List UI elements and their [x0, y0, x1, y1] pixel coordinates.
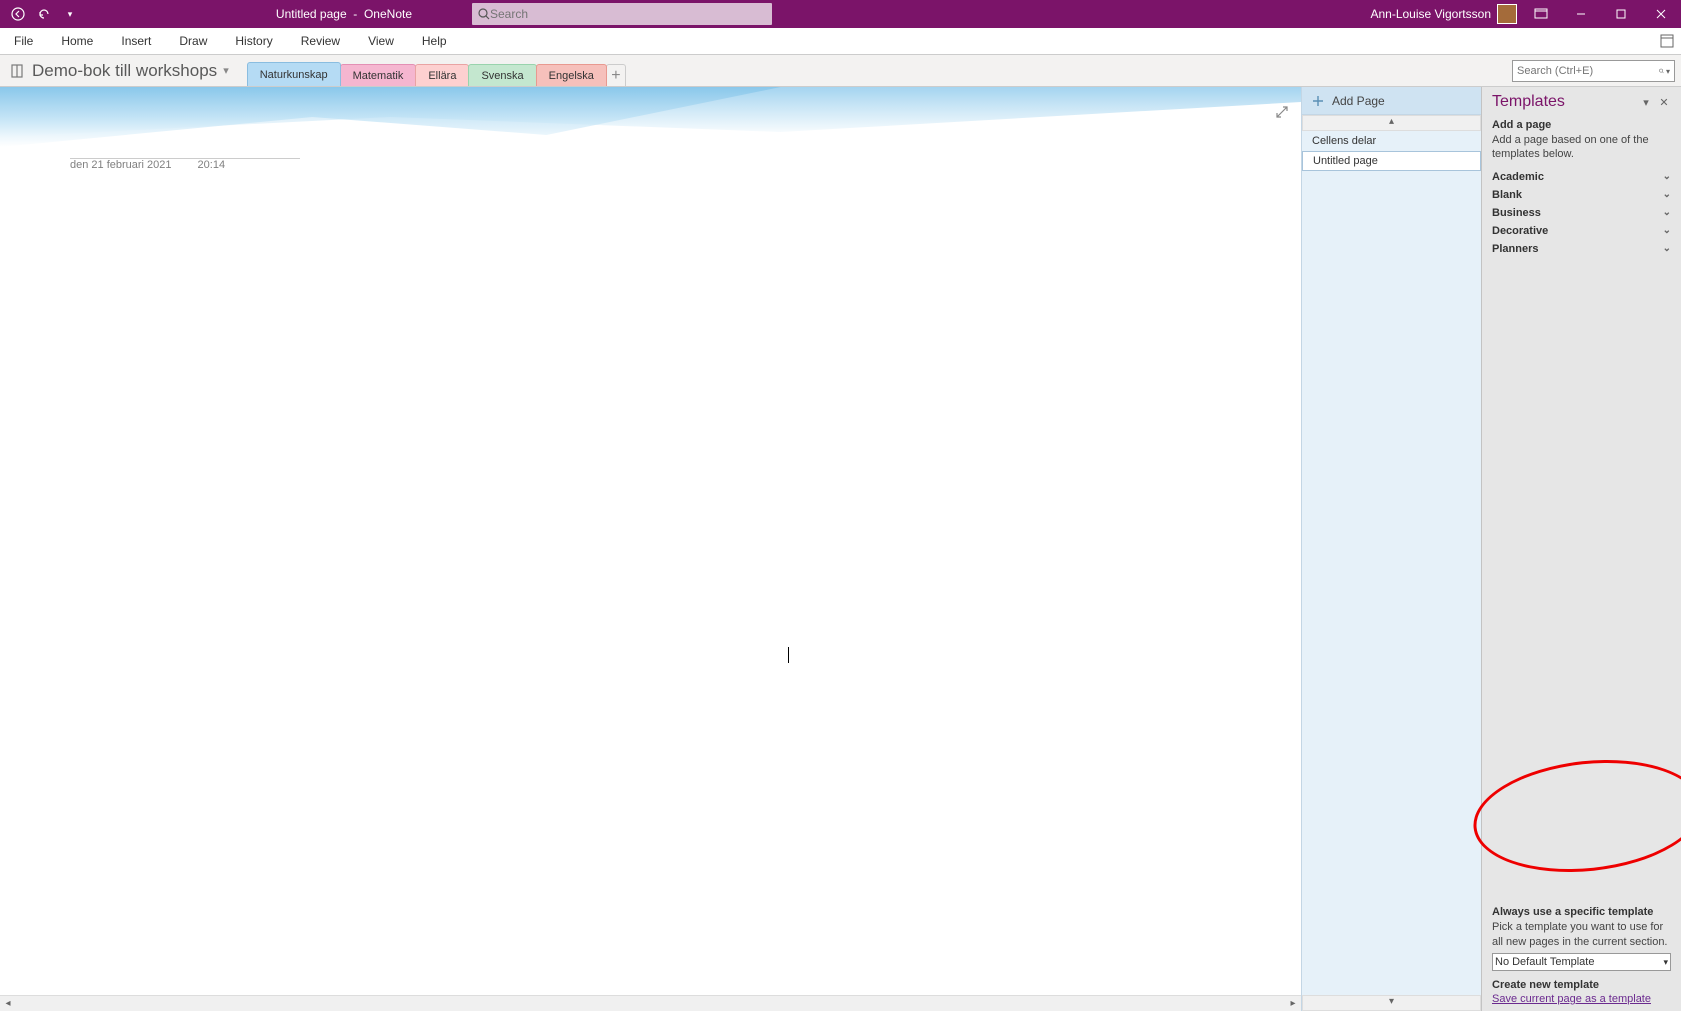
chevron-down-icon: ▾	[223, 64, 229, 77]
save-as-template-link[interactable]: Save current page as a template	[1492, 993, 1671, 1005]
scroll-up-icon[interactable]: ▴	[1302, 115, 1481, 131]
page-datetime: den 21 februari 2021 20:14	[70, 159, 225, 171]
page-date: den 21 februari 2021	[70, 159, 172, 171]
page-title-input[interactable]	[70, 127, 300, 159]
notebook-selector[interactable]: Demo-bok till workshops ▾	[0, 55, 239, 86]
expand-icon[interactable]	[1275, 105, 1289, 124]
notebook-row: Demo-bok till workshops ▾ NaturkunskapMa…	[0, 55, 1681, 87]
tell-me-search[interactable]	[472, 3, 772, 25]
section-tab-0[interactable]: Naturkunskap	[247, 62, 341, 86]
page-canvas[interactable]: den 21 februari 2021 20:14 ◂ ▸	[0, 87, 1301, 1011]
add-page-heading: Add a page	[1482, 115, 1681, 133]
main: den 21 februari 2021 20:14 ◂ ▸ Add Page …	[0, 87, 1681, 1011]
undo-button[interactable]	[32, 2, 56, 26]
page-title-text: Untitled page	[276, 7, 347, 21]
plus-icon	[1312, 95, 1324, 107]
section-tab-4[interactable]: Engelska	[536, 64, 607, 86]
page-time: 20:14	[198, 159, 226, 171]
search-icon	[1659, 65, 1664, 77]
ribbon: File Home Insert Draw History Review Vie…	[0, 28, 1681, 55]
template-category-business[interactable]: Business⌄	[1482, 204, 1681, 222]
always-use-desc: Pick a template you want to use for all …	[1492, 920, 1671, 949]
tab-file[interactable]: File	[0, 28, 47, 54]
section-tab-2[interactable]: Ellära	[415, 64, 469, 86]
close-button[interactable]	[1641, 0, 1681, 28]
chevron-down-icon: ⌄	[1663, 189, 1671, 200]
default-template-select[interactable]: No Default Template ▾	[1492, 953, 1671, 971]
add-page-desc: Add a page based on one of the templates…	[1482, 133, 1681, 168]
tab-draw[interactable]: Draw	[165, 28, 221, 54]
section-tab-3[interactable]: Svenska	[468, 64, 536, 86]
add-page-button[interactable]: Add Page	[1302, 87, 1481, 115]
back-button[interactable]	[6, 2, 30, 26]
text-cursor	[788, 647, 789, 663]
avatar[interactable]	[1497, 4, 1517, 24]
app-name-text: OneNote	[364, 7, 412, 21]
tab-help[interactable]: Help	[408, 28, 461, 54]
search-box[interactable]: ▾	[1512, 60, 1675, 82]
default-template-value: No Default Template	[1495, 956, 1594, 968]
add-page-label: Add Page	[1332, 94, 1385, 108]
page-item-1[interactable]: Untitled page	[1302, 151, 1481, 171]
section-tab-1[interactable]: Matematik	[340, 64, 417, 86]
tab-review[interactable]: Review	[287, 28, 354, 54]
notebook-name: Demo-bok till workshops	[32, 61, 217, 81]
scroll-left-icon[interactable]: ◂	[0, 998, 16, 1009]
search-scope-dropdown[interactable]: ▾	[1666, 67, 1670, 76]
scroll-down-icon[interactable]: ▾	[1302, 995, 1481, 1011]
tab-view[interactable]: View	[354, 28, 408, 54]
templates-pane: Templates ▾ ✕ Add a page Add a page base…	[1481, 87, 1681, 1011]
create-template-heading: Create new template	[1492, 979, 1671, 991]
add-section-button[interactable]: +	[606, 64, 626, 86]
full-page-view-button[interactable]	[1653, 28, 1681, 54]
user-name-label[interactable]: Ann-Louise Vigortsson	[1370, 7, 1491, 21]
search-icon	[478, 8, 490, 20]
tab-insert[interactable]: Insert	[107, 28, 165, 54]
title-bar: ▾ Untitled page - OneNote Ann-Louise Vig…	[0, 0, 1681, 28]
template-category-decorative[interactable]: Decorative⌄	[1482, 222, 1681, 240]
chevron-down-icon: ⌄	[1663, 171, 1671, 182]
section-tabs: NaturkunskapMatematikElläraSvenskaEngels…	[239, 55, 626, 86]
tab-home[interactable]: Home	[47, 28, 107, 54]
task-pane-options[interactable]: ▾	[1637, 96, 1655, 109]
scroll-right-icon[interactable]: ▸	[1285, 998, 1301, 1009]
chevron-down-icon: ⌄	[1663, 243, 1671, 254]
horizontal-scrollbar[interactable]: ◂ ▸	[0, 995, 1301, 1011]
page-item-0[interactable]: Cellens delar	[1302, 131, 1481, 151]
tab-history[interactable]: History	[221, 28, 286, 54]
always-use-heading: Always use a specific template	[1492, 906, 1671, 918]
chevron-down-icon: ▾	[1663, 957, 1668, 968]
chevron-down-icon: ⌄	[1663, 225, 1671, 236]
chevron-down-icon: ⌄	[1663, 207, 1671, 218]
template-category-academic[interactable]: Academic⌄	[1482, 168, 1681, 186]
ribbon-display-options[interactable]	[1521, 0, 1561, 28]
search-input[interactable]	[1517, 65, 1659, 77]
tell-me-input[interactable]	[490, 7, 766, 21]
template-category-planners[interactable]: Planners⌄	[1482, 240, 1681, 258]
minimize-button[interactable]	[1561, 0, 1601, 28]
template-category-blank[interactable]: Blank⌄	[1482, 186, 1681, 204]
notebook-icon	[10, 63, 26, 79]
qat-customize-button[interactable]: ▾	[58, 2, 82, 26]
templates-title: Templates	[1492, 93, 1637, 111]
window-title: Untitled page - OneNote	[82, 7, 412, 21]
maximize-button[interactable]	[1601, 0, 1641, 28]
page-list-pane: Add Page ▴ Cellens delarUntitled page ▾	[1301, 87, 1481, 1011]
close-pane-button[interactable]: ✕	[1655, 96, 1673, 109]
